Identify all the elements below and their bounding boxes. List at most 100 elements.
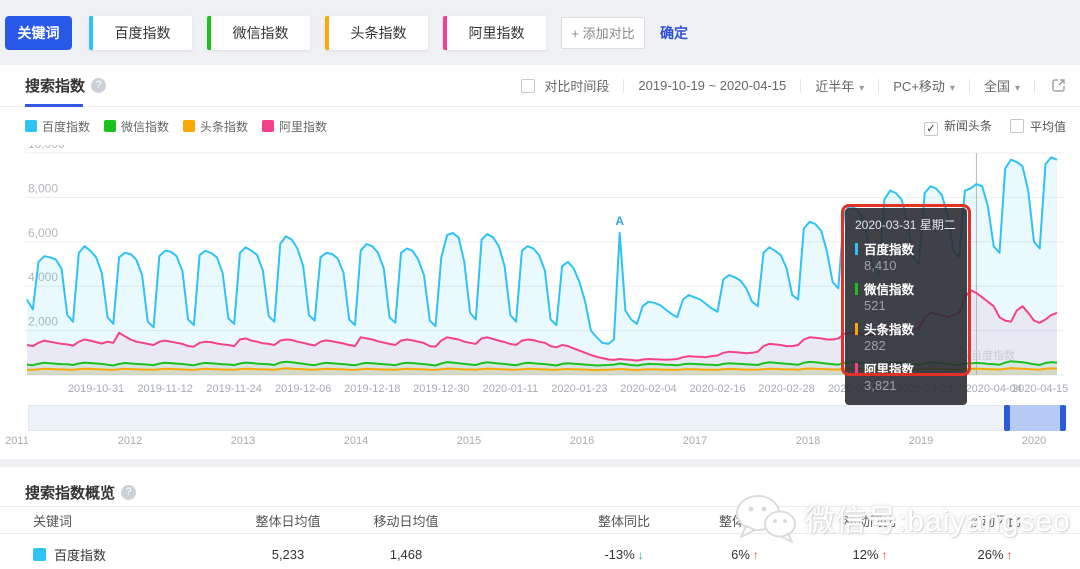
timeline-slider[interactable]	[28, 405, 1066, 431]
tooltip-value: 3,821	[864, 378, 957, 394]
header-controls: 对比时间段 2019-10-19 ~ 2020-04-15 近半年▾ PC+移动…	[521, 76, 1066, 95]
compare-period-checkbox[interactable]: 对比时间段	[521, 76, 610, 95]
keyword-card[interactable]: 百度指数	[89, 16, 192, 50]
timeline-years: 2011201220132014201520162017201820192020	[0, 433, 1080, 451]
x-tick-label: 2019-12-06	[275, 383, 331, 395]
tooltip-value: 282	[864, 338, 957, 354]
year-label: 2015	[457, 435, 481, 447]
column-header: 整体日均值	[220, 511, 356, 530]
tooltip-item: 微信指数521	[855, 279, 957, 314]
year-label: 2011	[5, 435, 29, 447]
value-cell: -13%↓	[560, 547, 688, 562]
chart-toggles: ✓新闻头条 平均值	[906, 117, 1066, 136]
annotation-a-marker: A	[615, 214, 624, 228]
trend-up-arrow-icon: ↑	[882, 548, 888, 562]
table-header-row: 关键词整体日均值移动日均值整体同比整体环比移动同比移动环比	[0, 506, 1080, 534]
trend-up-arrow-icon: ↑	[1007, 548, 1013, 562]
year-label: 2018	[796, 435, 820, 447]
cell-text: 5,233	[272, 547, 305, 562]
column-header: 整体同比	[560, 511, 688, 530]
compare-period-label: 对比时间段	[544, 79, 609, 94]
tooltip-item: 百度指数8,410	[855, 239, 957, 274]
device-select[interactable]: PC+移动▾	[893, 76, 955, 95]
year-label: 2012	[118, 435, 142, 447]
x-tick-label: 2020-02-28	[758, 383, 814, 395]
slider-left-handle[interactable]	[1004, 405, 1010, 431]
trend-down-arrow-icon: ↓	[638, 548, 644, 562]
divider	[878, 79, 879, 93]
overview-title: 搜索指数概览	[25, 482, 115, 503]
divider	[623, 79, 624, 93]
x-tick-label: 2020-02-16	[689, 383, 745, 395]
keyword-label: 微信指数	[211, 23, 310, 43]
legend-item[interactable]: 头条指数	[183, 118, 248, 135]
slider-selected-range[interactable]	[1008, 405, 1065, 431]
tooltip-series-name: 头条指数	[855, 319, 957, 338]
x-tick-label: 2020-04-15	[1012, 383, 1068, 395]
column-header: 移动同比	[802, 511, 938, 530]
divider	[969, 79, 970, 93]
table-row[interactable]: 百度指数5,2331,468-13%↓6%↑12%↑26%↑	[0, 534, 1080, 569]
add-compare-button[interactable]: + 添加对比	[561, 17, 645, 49]
checkbox-icon[interactable]	[1010, 119, 1024, 133]
x-tick-label: 2019-11-24	[206, 383, 261, 395]
legend-item[interactable]: 微信指数	[104, 118, 169, 135]
region-select[interactable]: 全国▾	[984, 76, 1020, 95]
checkbox-icon[interactable]	[521, 79, 535, 93]
divider	[1034, 79, 1035, 93]
tab-underline	[25, 104, 83, 107]
keyword-card[interactable]: 阿里指数	[443, 16, 546, 50]
value-cell: 6%↑	[688, 547, 802, 562]
tooltip-series-name: 阿里指数	[855, 359, 957, 378]
legend-label: 阿里指数	[279, 118, 327, 135]
slider-right-handle[interactable]	[1060, 405, 1066, 431]
keyword-card[interactable]: 微信指数	[207, 16, 310, 50]
keyword-card[interactable]: 头条指数	[325, 16, 428, 50]
x-tick-label: 2019-12-30	[413, 383, 469, 395]
chart-tooltip: 2020-03-31 星期二 百度指数8,410 微信指数521 头条指数282 阿里…	[845, 208, 967, 405]
chart-legend: 百度指数 微信指数 头条指数 阿里指数	[25, 118, 341, 135]
help-icon[interactable]: ?	[91, 78, 106, 93]
tooltip-series-name: 百度指数	[855, 239, 957, 258]
keyword-cell: 百度指数	[0, 545, 220, 564]
legend-label: 头条指数	[200, 118, 248, 135]
keyword-button[interactable]: 关键词	[5, 16, 72, 50]
legend-item[interactable]: 阿里指数	[262, 118, 327, 135]
value-cell: 5,233	[220, 547, 356, 562]
top-bar: 关键词 百度指数微信指数头条指数阿里指数 + 添加对比 确定	[0, 0, 1080, 65]
legend-row: 百度指数 微信指数 头条指数 阿里指数 ✓新闻头条 平均值	[0, 107, 1080, 145]
tooltip-items: 百度指数8,410 微信指数521 头条指数282 阿里指数3,821	[855, 239, 957, 394]
overview-table: 关键词整体日均值移动日均值整体同比整体环比移动同比移动环比 百度指数 5,233 1…	[0, 506, 1080, 569]
tooltip-value: 521	[864, 298, 957, 314]
page: 关键词 百度指数微信指数头条指数阿里指数 + 添加对比 确定 搜索指数 ? 对比…	[0, 0, 1080, 569]
keyword-label: 头条指数	[329, 23, 428, 43]
legend-label: 微信指数	[121, 118, 169, 135]
legend-swatch	[25, 120, 37, 132]
x-tick-label: 2019-12-18	[344, 383, 400, 395]
toggle-unchecked[interactable]: 平均值	[1010, 118, 1066, 135]
tooltip-color-bar	[855, 243, 858, 255]
time-range-select[interactable]: 近半年▾	[815, 76, 864, 95]
toggle-checked[interactable]: ✓新闻头条	[924, 117, 992, 136]
value-cell: 1,468	[356, 547, 456, 562]
legend-item[interactable]: 百度指数	[25, 118, 90, 135]
keyword-cards: 百度指数微信指数头条指数阿里指数	[89, 16, 561, 50]
checkbox-icon[interactable]: ✓	[924, 122, 938, 136]
tab-search-index[interactable]: 搜索指数	[25, 65, 85, 107]
tooltip-color-bar	[855, 323, 858, 335]
confirm-button[interactable]: 确定	[660, 23, 688, 43]
year-label: 2016	[570, 435, 594, 447]
tab-label: 搜索指数	[25, 75, 85, 96]
svg-text:6,000: 6,000	[28, 226, 58, 240]
cell-text: 1,468	[390, 547, 423, 562]
help-icon[interactable]: ?	[121, 485, 136, 500]
external-link-icon[interactable]	[1051, 78, 1066, 93]
panel-header: 搜索指数 ? 对比时间段 2019-10-19 ~ 2020-04-15 近半年…	[0, 65, 1080, 107]
date-range[interactable]: 2019-10-19 ~ 2020-04-15	[638, 78, 786, 93]
x-tick-label: 2020-02-04	[620, 383, 676, 395]
year-label: 2014	[344, 435, 368, 447]
chevron-down-icon: ▾	[859, 83, 864, 94]
column-header: 关键词	[0, 511, 220, 530]
tooltip-date: 2020-03-31 星期二	[855, 216, 957, 233]
legend-swatch	[104, 120, 116, 132]
